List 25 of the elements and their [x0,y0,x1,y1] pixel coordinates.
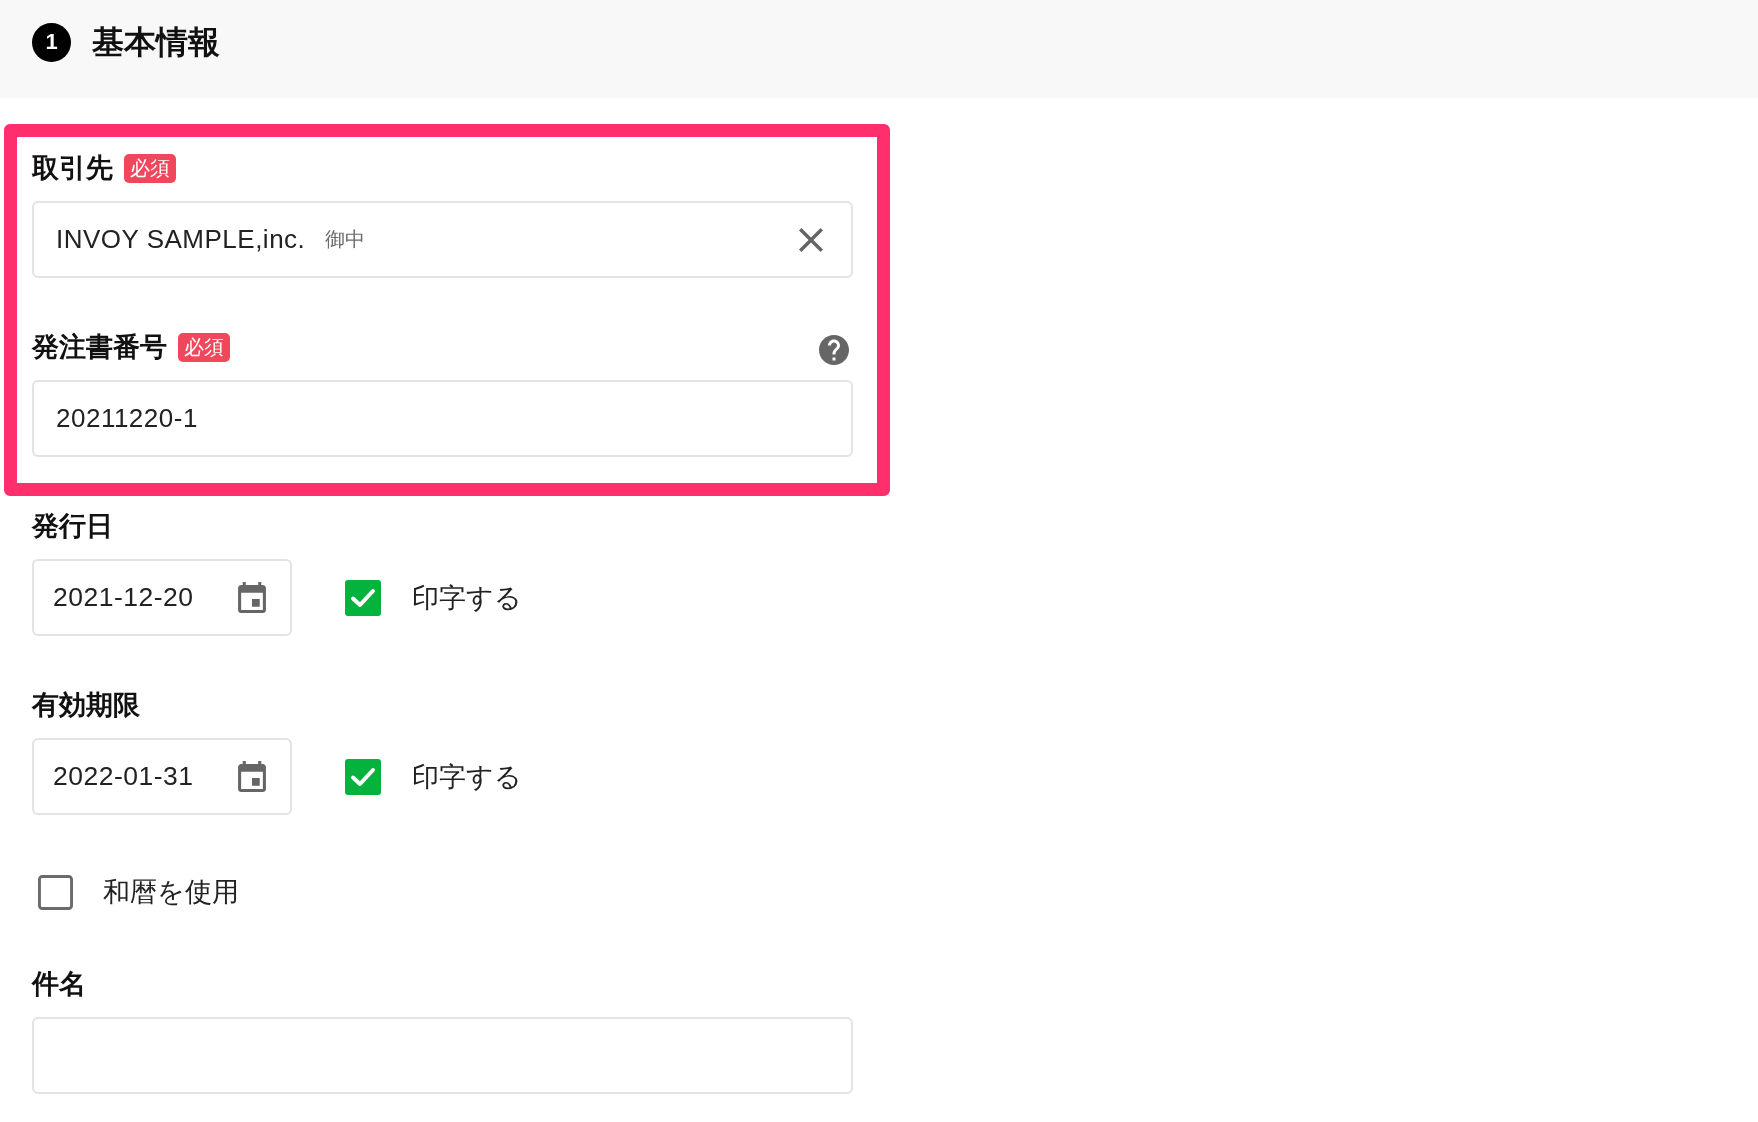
section-title: 基本情報 [92,22,220,62]
checkbox[interactable] [38,874,73,910]
date-input-field[interactable]: 2022-01-31 [32,738,292,815]
field-label: 有効期限 [32,690,140,720]
field-label: 発注書番号 [32,332,167,362]
date-input-field[interactable]: 2021-12-20 [32,559,292,636]
text-input-field[interactable]: INVOY SAMPLE,inc. 御中 [32,201,853,278]
close-icon[interactable] [799,227,823,252]
field-label: 取引先 [32,153,113,183]
checkbox[interactable] [345,579,381,616]
text-input-field[interactable]: 20211220-1 [32,380,853,457]
checkbox-label[interactable]: 印字する [412,579,522,616]
text-input-field[interactable] [32,1017,853,1094]
field-label: 発行日 [32,511,113,541]
checkbox-label[interactable]: 和暦を使用 [103,874,239,910]
calendar-icon[interactable] [238,582,266,613]
checkbox-label[interactable]: 印字する [412,758,522,795]
step-number-badge: 1 [32,22,71,62]
honorific-text: 御中 [325,227,366,252]
help-icon[interactable] [819,335,849,365]
checkbox[interactable] [345,758,381,795]
calendar-icon[interactable] [238,761,266,792]
required-badge: 必須 [124,153,176,183]
required-badge: 必須 [178,332,230,362]
field-label: 件名 [32,969,86,999]
